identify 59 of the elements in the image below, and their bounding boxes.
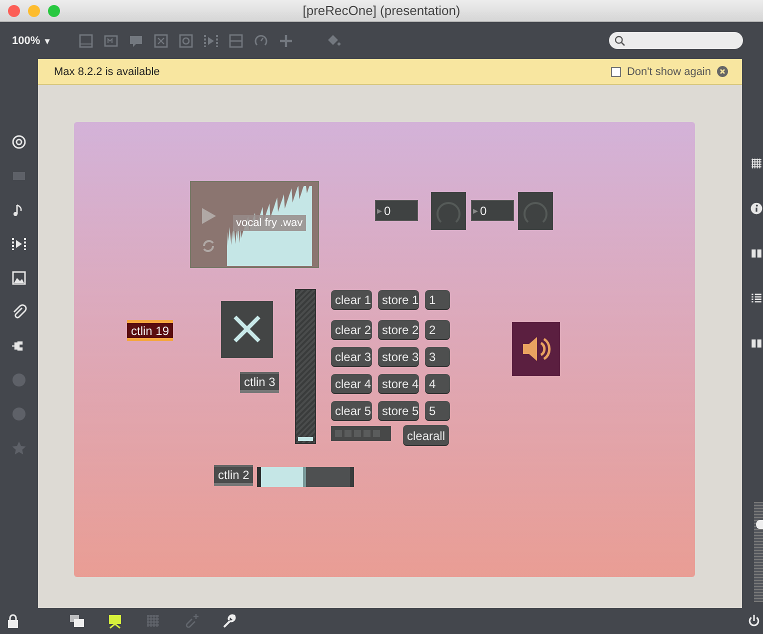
preset-button[interactable]: 5 [425,401,450,421]
book-icon[interactable] [750,337,763,350]
store-button[interactable]: store 4 [378,374,419,394]
target-icon[interactable] [11,134,27,150]
clear-button[interactable]: clear 1 [331,290,372,310]
search-icon [614,34,626,46]
image-icon[interactable] [11,270,27,286]
toggle-icon[interactable] [153,32,170,48]
window-title: [preRecOne] (presentation) [302,3,460,18]
paperclip-plus-icon[interactable] [183,613,199,629]
preset-button[interactable]: 3 [425,347,450,367]
clear-button[interactable]: clear 3 [331,347,372,367]
plus-icon[interactable] [278,32,294,48]
preset-button[interactable]: 2 [425,320,450,340]
file-name-label: vocal fry .wav [233,215,306,231]
lock-icon[interactable] [5,613,21,629]
play-icon[interactable] [11,236,27,252]
store-button[interactable]: store 2 [378,320,419,340]
power-icon[interactable] [747,614,761,628]
zoom-button[interactable] [48,4,60,16]
caret-icon[interactable]: ▾ [45,36,50,46]
preset-button[interactable]: 1 [425,290,450,310]
dial-icon[interactable] [253,32,270,48]
wrench-icon[interactable] [221,613,237,629]
search-field[interactable] [609,32,743,49]
clear-button[interactable]: clear 4 [331,374,372,394]
number-box[interactable]: ▸ 0 [471,200,514,221]
list-icon[interactable] [750,292,763,305]
zoom-slider[interactable] [754,502,763,602]
slider-icon[interactable] [228,32,244,48]
presentation-icon[interactable] [107,613,123,629]
preset-button[interactable]: 4 [425,374,450,394]
vertical-slider[interactable] [295,289,316,444]
clear-button[interactable]: clear 2 [331,320,372,340]
checkbox[interactable] [610,66,621,76]
object-box[interactable]: ctlin 19 [127,320,174,341]
store-button[interactable]: store 1 [378,290,419,310]
object-box[interactable]: ctlin 3 [240,372,280,393]
speaker-button[interactable] [512,322,560,376]
zoom-level[interactable]: 100% [12,34,40,46]
horizontal-slider[interactable] [257,467,354,487]
button-icon[interactable] [178,32,194,48]
book-icon[interactable] [750,247,763,260]
checkbox-label[interactable]: Don't show again [626,66,711,78]
panel-icon[interactable] [78,32,94,48]
toggle[interactable] [221,301,273,358]
close-icon[interactable] [717,66,728,77]
store-button[interactable]: store 5 [378,401,419,421]
clearall-button[interactable]: clearall [403,425,450,446]
store-button[interactable]: store 3 [378,347,419,367]
update-message: Max 8.2.2 is available [54,66,160,78]
object-box[interactable]: ctlin 2 [214,465,254,486]
close-button[interactable] [8,4,20,16]
windows-icon[interactable] [69,613,85,629]
paperclip-icon[interactable] [11,304,27,320]
info-icon[interactable] [750,202,763,215]
number-box[interactable]: ▸ 0 [375,200,418,221]
clear-button[interactable]: clear 5 [331,401,372,421]
message-icon[interactable] [103,32,120,48]
